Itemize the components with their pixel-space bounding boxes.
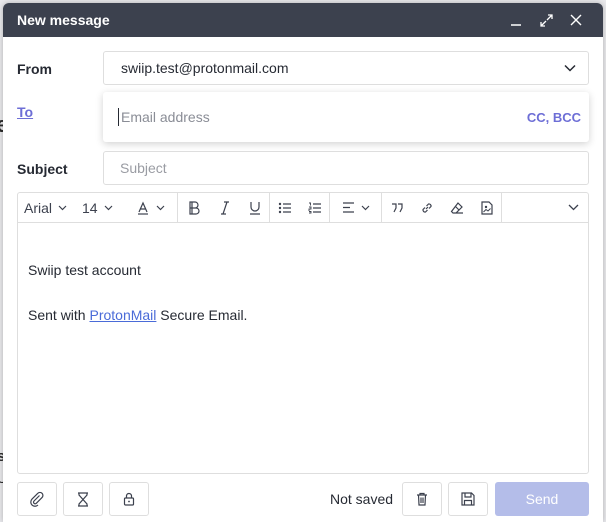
bold-icon — [189, 200, 200, 215]
composer-title: New message — [17, 12, 110, 28]
message-editor: Arial 14 Swiip test account Sent with Pr… — [17, 192, 589, 474]
signature-line: Swiip test account — [28, 262, 141, 278]
sent-with-suffix: Secure Email. — [156, 307, 248, 323]
sent-with-prefix: Sent with — [28, 307, 90, 323]
chevron-down-icon — [58, 205, 67, 210]
to-input[interactable] — [121, 109, 527, 125]
chevron-down-icon — [568, 204, 578, 211]
quote-button[interactable] — [382, 193, 412, 223]
font-family-select[interactable]: Arial — [18, 193, 72, 223]
close-icon — [570, 14, 582, 26]
font-family-value: Arial — [24, 199, 53, 216]
minimize-icon — [511, 24, 521, 26]
clear-formatting-button[interactable] — [442, 193, 472, 223]
chevron-down-icon — [564, 64, 576, 72]
underline-button[interactable] — [240, 192, 270, 223]
protonmail-link[interactable]: ProtonMail — [89, 307, 156, 323]
trash-icon — [417, 492, 427, 506]
align-left-icon — [342, 202, 354, 213]
expand-icon — [539, 13, 553, 27]
chevron-down-icon — [156, 205, 165, 210]
cc-bcc-link[interactable]: CC, BCC — [527, 110, 581, 125]
subject-row: Subject — [17, 151, 589, 185]
empty-line — [28, 223, 578, 261]
hourglass-icon — [78, 491, 88, 507]
send-button[interactable]: Send — [495, 482, 589, 516]
floppy-disk-icon — [461, 492, 475, 506]
bold-button[interactable] — [178, 193, 210, 223]
attachment-button[interactable] — [17, 482, 57, 516]
insert-image-button[interactable] — [472, 192, 502, 223]
close-button[interactable] — [561, 3, 591, 37]
from-address: swiip.test@protonmail.com — [121, 60, 289, 76]
composer-footer: Not saved Send — [17, 482, 589, 516]
to-row: To CC, BCC — [17, 92, 589, 142]
from-label: From — [17, 61, 52, 77]
expiration-button[interactable] — [63, 482, 103, 516]
bulleted-list-button[interactable] — [270, 193, 300, 223]
lock-icon — [123, 492, 135, 506]
text-cursor — [118, 108, 119, 126]
from-select[interactable]: swiip.test@protonmail.com — [103, 51, 589, 85]
numbered-list-icon — [308, 202, 321, 213]
link-icon — [422, 202, 432, 213]
empty-line — [28, 279, 578, 306]
text-color-button[interactable] — [124, 192, 178, 223]
text-color-icon — [138, 201, 148, 215]
sent-with-line: Sent with ProtonMail Secure Email. — [28, 306, 578, 324]
delete-draft-button[interactable] — [402, 482, 442, 516]
numbered-list-button[interactable] — [300, 192, 330, 223]
subject-input[interactable] — [120, 160, 572, 176]
composer-titlebar: New message — [3, 3, 603, 37]
align-select[interactable] — [330, 192, 382, 223]
chevron-down-icon — [361, 205, 369, 210]
message-body[interactable]: Swiip test account Sent with ProtonMail … — [18, 223, 588, 324]
italic-icon — [221, 200, 229, 215]
subject-label: Subject — [17, 161, 68, 177]
editor-toolbar: Arial 14 — [18, 192, 588, 223]
paperclip-icon — [30, 491, 44, 507]
to-field[interactable]: CC, BCC — [103, 92, 589, 142]
quote-icon — [392, 202, 403, 212]
underline-icon — [249, 201, 260, 215]
composer-window: New message From swiip.test@protonmail.c… — [3, 3, 603, 522]
chevron-down-icon — [104, 205, 113, 210]
encryption-button[interactable] — [109, 482, 149, 516]
save-draft-button[interactable] — [448, 482, 488, 516]
bulleted-list-icon — [278, 202, 291, 213]
font-size-select[interactable]: 14 — [72, 193, 124, 223]
minimize-button[interactable] — [501, 3, 531, 37]
font-size-value: 14 — [82, 199, 98, 216]
italic-button[interactable] — [210, 193, 240, 223]
eraser-icon — [450, 201, 463, 214]
to-link[interactable]: To — [17, 104, 33, 120]
save-status: Not saved — [330, 491, 394, 507]
subject-field[interactable] — [103, 151, 589, 185]
more-options-button[interactable] — [558, 193, 588, 223]
link-button[interactable] — [412, 193, 442, 223]
from-row: From swiip.test@protonmail.com — [17, 51, 589, 85]
maximize-button[interactable] — [531, 3, 561, 37]
image-file-icon — [480, 200, 493, 215]
